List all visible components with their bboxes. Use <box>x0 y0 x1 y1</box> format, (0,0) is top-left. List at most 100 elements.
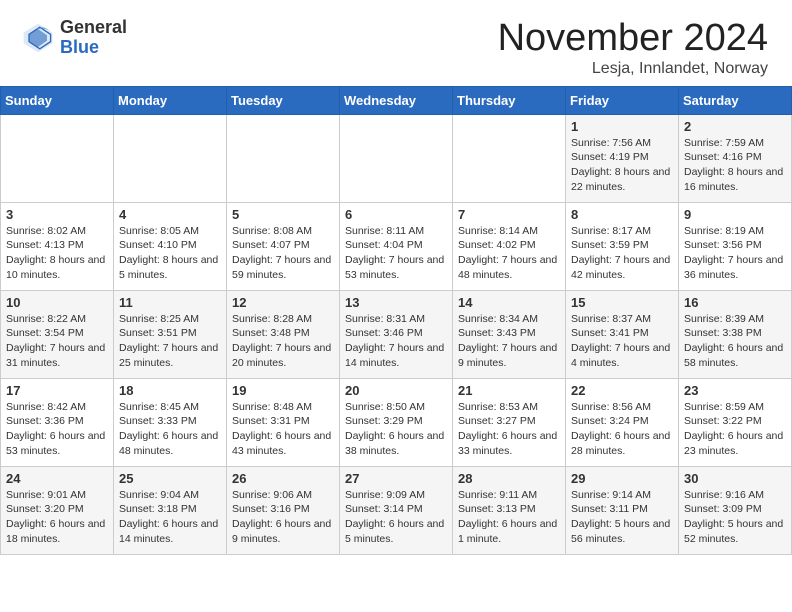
calendar-cell: 5 Sunrise: 8:08 AM Sunset: 4:07 PM Daylig… <box>227 202 340 290</box>
calendar-cell: 11 Sunrise: 8:25 AM Sunset: 3:51 PM Dayli… <box>114 290 227 378</box>
day-info: Sunrise: 7:56 AM Sunset: 4:19 PM Dayligh… <box>571 136 673 195</box>
calendar-week-row: 1 Sunrise: 7:56 AM Sunset: 4:19 PM Daylig… <box>1 114 792 202</box>
day-info: Sunrise: 8:11 AM Sunset: 4:04 PM Dayligh… <box>345 224 447 283</box>
calendar-cell: 14 Sunrise: 8:34 AM Sunset: 3:43 PM Dayli… <box>453 290 566 378</box>
day-info: Sunrise: 8:45 AM Sunset: 3:33 PM Dayligh… <box>119 400 221 459</box>
day-number: 21 <box>458 383 560 398</box>
calendar-cell: 3Sunrise: 8:02 AM Sunset: 4:13 PM Daylig… <box>1 202 114 290</box>
calendar-cell: 16Sunrise: 8:39 AM Sunset: 3:38 PM Dayli… <box>679 290 792 378</box>
calendar-cell: 7 Sunrise: 8:14 AM Sunset: 4:02 PM Daylig… <box>453 202 566 290</box>
calendar-cell <box>1 114 114 202</box>
calendar-cell: 22 Sunrise: 8:56 AM Sunset: 3:24 PM Dayli… <box>566 378 679 466</box>
day-number: 30 <box>684 471 786 486</box>
day-number: 5 <box>232 207 334 222</box>
logo: General Blue <box>20 18 127 58</box>
page-header: General Blue November 2024 Lesja, Innlan… <box>0 0 792 86</box>
calendar-cell <box>227 114 340 202</box>
calendar-cell: 24Sunrise: 9:01 AM Sunset: 3:20 PM Dayli… <box>1 466 114 554</box>
calendar-cell: 29 Sunrise: 9:14 AM Sunset: 3:11 PM Dayli… <box>566 466 679 554</box>
day-number: 16 <box>684 295 786 310</box>
day-number: 9 <box>684 207 786 222</box>
day-number: 28 <box>458 471 560 486</box>
calendar-cell: 20Sunrise: 8:50 AM Sunset: 3:29 PM Dayli… <box>340 378 453 466</box>
day-number: 4 <box>119 207 221 222</box>
day-info: Sunrise: 8:08 AM Sunset: 4:07 PM Dayligh… <box>232 224 334 283</box>
calendar-cell: 15 Sunrise: 8:37 AM Sunset: 3:41 PM Dayli… <box>566 290 679 378</box>
calendar-cell: 9 Sunrise: 8:19 AM Sunset: 3:56 PM Daylig… <box>679 202 792 290</box>
calendar-cell: 25Sunrise: 9:04 AM Sunset: 3:18 PM Dayli… <box>114 466 227 554</box>
col-tuesday: Tuesday <box>227 86 340 114</box>
day-info: Sunrise: 8:28 AM Sunset: 3:48 PM Dayligh… <box>232 312 334 371</box>
calendar-cell: 13Sunrise: 8:31 AM Sunset: 3:46 PM Dayli… <box>340 290 453 378</box>
day-info: Sunrise: 8:42 AM Sunset: 3:36 PM Dayligh… <box>6 400 108 459</box>
day-info: Sunrise: 8:37 AM Sunset: 3:41 PM Dayligh… <box>571 312 673 371</box>
day-number: 26 <box>232 471 334 486</box>
day-number: 10 <box>6 295 108 310</box>
calendar-cell: 6 Sunrise: 8:11 AM Sunset: 4:04 PM Daylig… <box>340 202 453 290</box>
day-number: 7 <box>458 207 560 222</box>
calendar-cell: 27Sunrise: 9:09 AM Sunset: 3:14 PM Dayli… <box>340 466 453 554</box>
calendar-cell <box>340 114 453 202</box>
day-info: Sunrise: 7:59 AM Sunset: 4:16 PM Dayligh… <box>684 136 786 195</box>
col-friday: Friday <box>566 86 679 114</box>
calendar-cell: 2 Sunrise: 7:59 AM Sunset: 4:16 PM Daylig… <box>679 114 792 202</box>
day-number: 29 <box>571 471 673 486</box>
col-thursday: Thursday <box>453 86 566 114</box>
calendar-cell: 12 Sunrise: 8:28 AM Sunset: 3:48 PM Dayli… <box>227 290 340 378</box>
day-number: 14 <box>458 295 560 310</box>
day-info: Sunrise: 8:48 AM Sunset: 3:31 PM Dayligh… <box>232 400 334 459</box>
calendar-cell: 8 Sunrise: 8:17 AM Sunset: 3:59 PM Daylig… <box>566 202 679 290</box>
calendar-cell: 30 Sunrise: 9:16 AM Sunset: 3:09 PM Dayli… <box>679 466 792 554</box>
logo-general: General <box>60 18 127 38</box>
day-info: Sunrise: 9:16 AM Sunset: 3:09 PM Dayligh… <box>684 488 786 547</box>
calendar-cell: 18 Sunrise: 8:45 AM Sunset: 3:33 PM Dayli… <box>114 378 227 466</box>
day-info: Sunrise: 8:05 AM Sunset: 4:10 PM Dayligh… <box>119 224 221 283</box>
day-info: Sunrise: 8:56 AM Sunset: 3:24 PM Dayligh… <box>571 400 673 459</box>
day-number: 12 <box>232 295 334 310</box>
day-info: Sunrise: 9:11 AM Sunset: 3:13 PM Dayligh… <box>458 488 560 547</box>
calendar-cell: 21 Sunrise: 8:53 AM Sunset: 3:27 PM Dayli… <box>453 378 566 466</box>
calendar-cell: 17 Sunrise: 8:42 AM Sunset: 3:36 PM Dayli… <box>1 378 114 466</box>
day-info: Sunrise: 8:50 AM Sunset: 3:29 PM Dayligh… <box>345 400 447 459</box>
calendar-week-row: 3Sunrise: 8:02 AM Sunset: 4:13 PM Daylig… <box>1 202 792 290</box>
calendar-cell <box>453 114 566 202</box>
day-number: 2 <box>684 119 786 134</box>
calendar-week-row: 24Sunrise: 9:01 AM Sunset: 3:20 PM Dayli… <box>1 466 792 554</box>
day-info: Sunrise: 8:25 AM Sunset: 3:51 PM Dayligh… <box>119 312 221 371</box>
calendar-cell: 4 Sunrise: 8:05 AM Sunset: 4:10 PM Daylig… <box>114 202 227 290</box>
col-wednesday: Wednesday <box>340 86 453 114</box>
day-info: Sunrise: 8:59 AM Sunset: 3:22 PM Dayligh… <box>684 400 786 459</box>
calendar-cell: 28 Sunrise: 9:11 AM Sunset: 3:13 PM Dayli… <box>453 466 566 554</box>
logo-text: General Blue <box>60 18 127 58</box>
day-number: 24 <box>6 471 108 486</box>
day-number: 15 <box>571 295 673 310</box>
calendar-cell: 19Sunrise: 8:48 AM Sunset: 3:31 PM Dayli… <box>227 378 340 466</box>
day-info: Sunrise: 8:53 AM Sunset: 3:27 PM Dayligh… <box>458 400 560 459</box>
calendar-cell: 10Sunrise: 8:22 AM Sunset: 3:54 PM Dayli… <box>1 290 114 378</box>
col-monday: Monday <box>114 86 227 114</box>
calendar-week-row: 10Sunrise: 8:22 AM Sunset: 3:54 PM Dayli… <box>1 290 792 378</box>
calendar-header-row: Sunday Monday Tuesday Wednesday Thursday… <box>1 86 792 114</box>
logo-blue: Blue <box>60 38 127 58</box>
calendar-cell: 23Sunrise: 8:59 AM Sunset: 3:22 PM Dayli… <box>679 378 792 466</box>
day-number: 27 <box>345 471 447 486</box>
day-number: 6 <box>345 207 447 222</box>
calendar-week-row: 17 Sunrise: 8:42 AM Sunset: 3:36 PM Dayli… <box>1 378 792 466</box>
calendar-cell: 1 Sunrise: 7:56 AM Sunset: 4:19 PM Daylig… <box>566 114 679 202</box>
day-info: Sunrise: 8:17 AM Sunset: 3:59 PM Dayligh… <box>571 224 673 283</box>
location-title: Lesja, Innlandet, Norway <box>498 60 768 78</box>
day-number: 17 <box>6 383 108 398</box>
day-info: Sunrise: 8:34 AM Sunset: 3:43 PM Dayligh… <box>458 312 560 371</box>
day-number: 18 <box>119 383 221 398</box>
day-number: 22 <box>571 383 673 398</box>
day-info: Sunrise: 8:19 AM Sunset: 3:56 PM Dayligh… <box>684 224 786 283</box>
day-info: Sunrise: 8:14 AM Sunset: 4:02 PM Dayligh… <box>458 224 560 283</box>
day-info: Sunrise: 9:04 AM Sunset: 3:18 PM Dayligh… <box>119 488 221 547</box>
day-number: 11 <box>119 295 221 310</box>
day-info: Sunrise: 9:14 AM Sunset: 3:11 PM Dayligh… <box>571 488 673 547</box>
calendar-table: Sunday Monday Tuesday Wednesday Thursday… <box>0 86 792 555</box>
day-number: 1 <box>571 119 673 134</box>
day-number: 3 <box>6 207 108 222</box>
day-number: 8 <box>571 207 673 222</box>
col-saturday: Saturday <box>679 86 792 114</box>
